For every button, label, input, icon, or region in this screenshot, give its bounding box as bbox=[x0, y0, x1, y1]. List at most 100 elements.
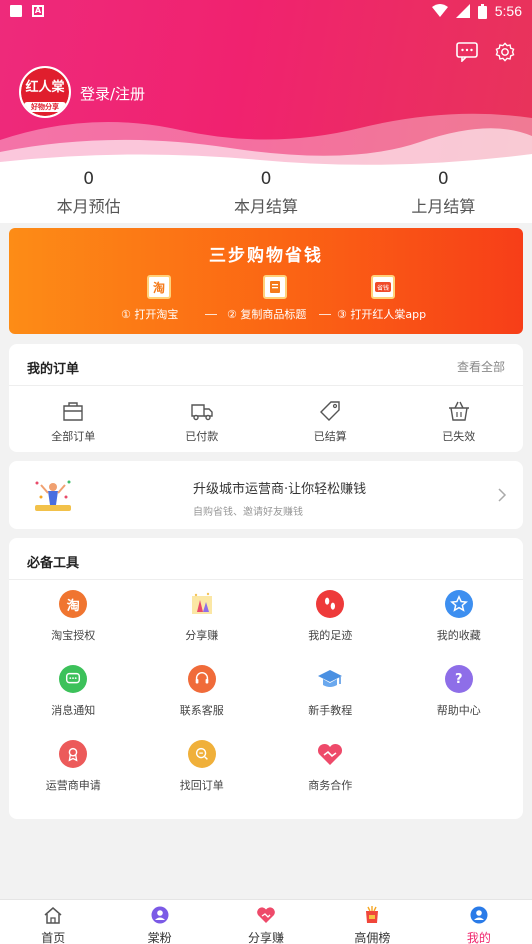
share-earn-icon bbox=[187, 590, 216, 618]
taobao-icon: 淘 bbox=[147, 275, 171, 299]
step-1-label: ① 打开淘宝 bbox=[121, 308, 179, 321]
shopping-steps-banner[interactable]: 三步购物省钱 淘 省钱 ① 打开淘宝 ② 复制商品标题 ③ 打开红人棠app bbox=[9, 228, 523, 334]
order-all[interactable]: 全部订单 bbox=[9, 386, 138, 452]
nav-home[interactable]: 首页 bbox=[0, 900, 106, 944]
nav-label: 分享赚 bbox=[248, 931, 285, 944]
stat-value: 0 bbox=[83, 169, 95, 189]
tool-label: 我的足迹 bbox=[308, 629, 353, 642]
stat-label: 本月结算 bbox=[233, 197, 298, 216]
avatar-logo-text: 红人棠 bbox=[25, 80, 65, 95]
tool-recover-order[interactable]: 找回订单 bbox=[138, 740, 267, 797]
message-icon bbox=[59, 665, 88, 693]
banner-title: 三步购物省钱 bbox=[209, 246, 323, 266]
search-order-icon bbox=[187, 740, 216, 768]
tool-label: 运营商申请 bbox=[45, 779, 101, 792]
stat-month-settled[interactable]: 0 本月结算 bbox=[177, 165, 354, 223]
promo-subtitle: 自购省钱、邀请好友赚钱 bbox=[193, 507, 303, 518]
footprint-icon bbox=[316, 590, 345, 618]
tools-title: 必备工具 bbox=[27, 556, 80, 571]
order-paid[interactable]: 已付款 bbox=[138, 386, 267, 452]
nav-label: 首页 bbox=[41, 931, 66, 944]
nav-label: 我的 bbox=[466, 931, 491, 944]
battery-icon bbox=[477, 3, 487, 19]
order-label: 全部订单 bbox=[51, 430, 96, 443]
upgrade-promo-card[interactable]: 升级城市运营商·让你轻松赚钱 自购省钱、邀请好友赚钱 bbox=[9, 461, 523, 529]
step-3-label: ③ 打开红人棠app bbox=[337, 308, 427, 321]
order-label: 已付款 bbox=[185, 430, 219, 443]
order-expired[interactable]: 已失效 bbox=[395, 386, 524, 452]
share-icon bbox=[257, 907, 275, 923]
fans-icon bbox=[151, 906, 169, 924]
svg-text:淘: 淘 bbox=[153, 280, 165, 295]
stat-value: 0 bbox=[260, 169, 272, 189]
tool-operator-apply[interactable]: 运营商申请 bbox=[9, 740, 138, 797]
nav-ranking[interactable]: 高佣榜 bbox=[319, 900, 425, 944]
tool-share-earn[interactable]: 分享赚 bbox=[138, 590, 267, 647]
order-label: 已结算 bbox=[313, 430, 347, 443]
help-icon: ? bbox=[444, 665, 473, 693]
tool-customer-service[interactable]: 联系客服 bbox=[138, 665, 267, 722]
tool-messages[interactable]: 消息通知 bbox=[9, 665, 138, 722]
ranking-icon bbox=[366, 906, 379, 923]
nav-mine[interactable]: 我的 bbox=[426, 900, 532, 944]
signal-icon bbox=[455, 4, 470, 18]
order-settled[interactable]: 已结算 bbox=[266, 386, 395, 452]
orders-title: 我的订单 bbox=[27, 362, 80, 377]
taobao-icon: 淘 bbox=[59, 590, 88, 618]
nav-label: 棠粉 bbox=[147, 931, 172, 944]
tool-label: 消息通知 bbox=[51, 704, 96, 717]
step-divider bbox=[205, 314, 217, 315]
step-divider bbox=[319, 314, 331, 315]
stat-value: 0 bbox=[437, 169, 449, 189]
tool-footprint[interactable]: 我的足迹 bbox=[266, 590, 395, 647]
profile-header: A 5:56 红人棠 好物分享 登录/注册 bbox=[0, 0, 532, 165]
headset-icon bbox=[187, 665, 216, 693]
earnings-stats: 0 本月预估 0 本月结算 0 上月结算 bbox=[0, 165, 532, 223]
graduation-cap-icon bbox=[316, 665, 344, 693]
tool-business-cooperation[interactable]: 商务合作 bbox=[266, 740, 395, 797]
badge-icon bbox=[59, 740, 88, 768]
tool-favorites[interactable]: 我的收藏 bbox=[395, 590, 524, 647]
tool-label: 新手教程 bbox=[308, 704, 353, 717]
notification-icon bbox=[10, 5, 22, 17]
nav-label: 高佣榜 bbox=[354, 931, 391, 944]
promo-title: 升级城市运营商·让你轻松赚钱 bbox=[193, 482, 367, 497]
home-icon bbox=[44, 907, 62, 924]
view-all-orders-link[interactable]: 查看全部 bbox=[457, 358, 505, 375]
tool-taobao-auth[interactable]: 淘 淘宝授权 bbox=[9, 590, 138, 647]
order-label: 已失效 bbox=[442, 430, 476, 443]
tool-help-center[interactable]: ? 帮助中心 bbox=[395, 665, 524, 722]
tool-label: 帮助中心 bbox=[436, 704, 481, 717]
tool-tutorial[interactable]: 新手教程 bbox=[266, 665, 395, 722]
tool-label: 我的收藏 bbox=[436, 629, 481, 642]
stat-month-estimate[interactable]: 0 本月预估 bbox=[0, 165, 177, 223]
tool-label: 找回订单 bbox=[179, 779, 224, 792]
message-icon[interactable] bbox=[456, 42, 478, 62]
step-2-label: ② 复制商品标题 bbox=[227, 308, 307, 321]
star-icon bbox=[444, 590, 473, 618]
app-notification-icon: A bbox=[32, 5, 44, 17]
settings-gear-icon[interactable] bbox=[494, 42, 516, 62]
essential-tools-card: 必备工具 淘 淘宝授权 分享赚 我的足迹 我的收藏 消息通知 联系客服 新手教程… bbox=[9, 538, 523, 819]
status-bar: A 5:56 bbox=[0, 0, 532, 24]
status-time: 5:56 bbox=[494, 3, 522, 19]
tool-label: 商务合作 bbox=[308, 779, 353, 792]
truck-icon bbox=[191, 404, 213, 421]
my-orders-card: 我的订单 查看全部 全部订单 已付款 已结算 已失效 bbox=[9, 344, 523, 452]
stat-label: 本月预估 bbox=[56, 197, 121, 216]
nav-fans[interactable]: 棠粉 bbox=[106, 900, 212, 944]
stat-last-month-settled[interactable]: 0 上月结算 bbox=[355, 165, 532, 223]
celebration-illustration bbox=[35, 480, 71, 511]
copy-icon bbox=[263, 275, 287, 299]
nav-share-earn[interactable]: 分享赚 bbox=[213, 900, 319, 944]
tool-label: 联系客服 bbox=[179, 704, 224, 717]
handshake-icon bbox=[316, 740, 344, 768]
svg-text:省钱: 省钱 bbox=[377, 284, 389, 292]
chevron-right-icon bbox=[498, 488, 507, 502]
basket-icon bbox=[448, 401, 469, 421]
bottom-navigation: 首页 棠粉 分享赚 高佣榜 我的 bbox=[0, 899, 532, 944]
stat-label: 上月结算 bbox=[411, 197, 476, 216]
tool-label: 淘宝授权 bbox=[51, 629, 96, 642]
app-logo-icon: 省钱 bbox=[371, 275, 395, 299]
header-wave bbox=[0, 113, 532, 165]
